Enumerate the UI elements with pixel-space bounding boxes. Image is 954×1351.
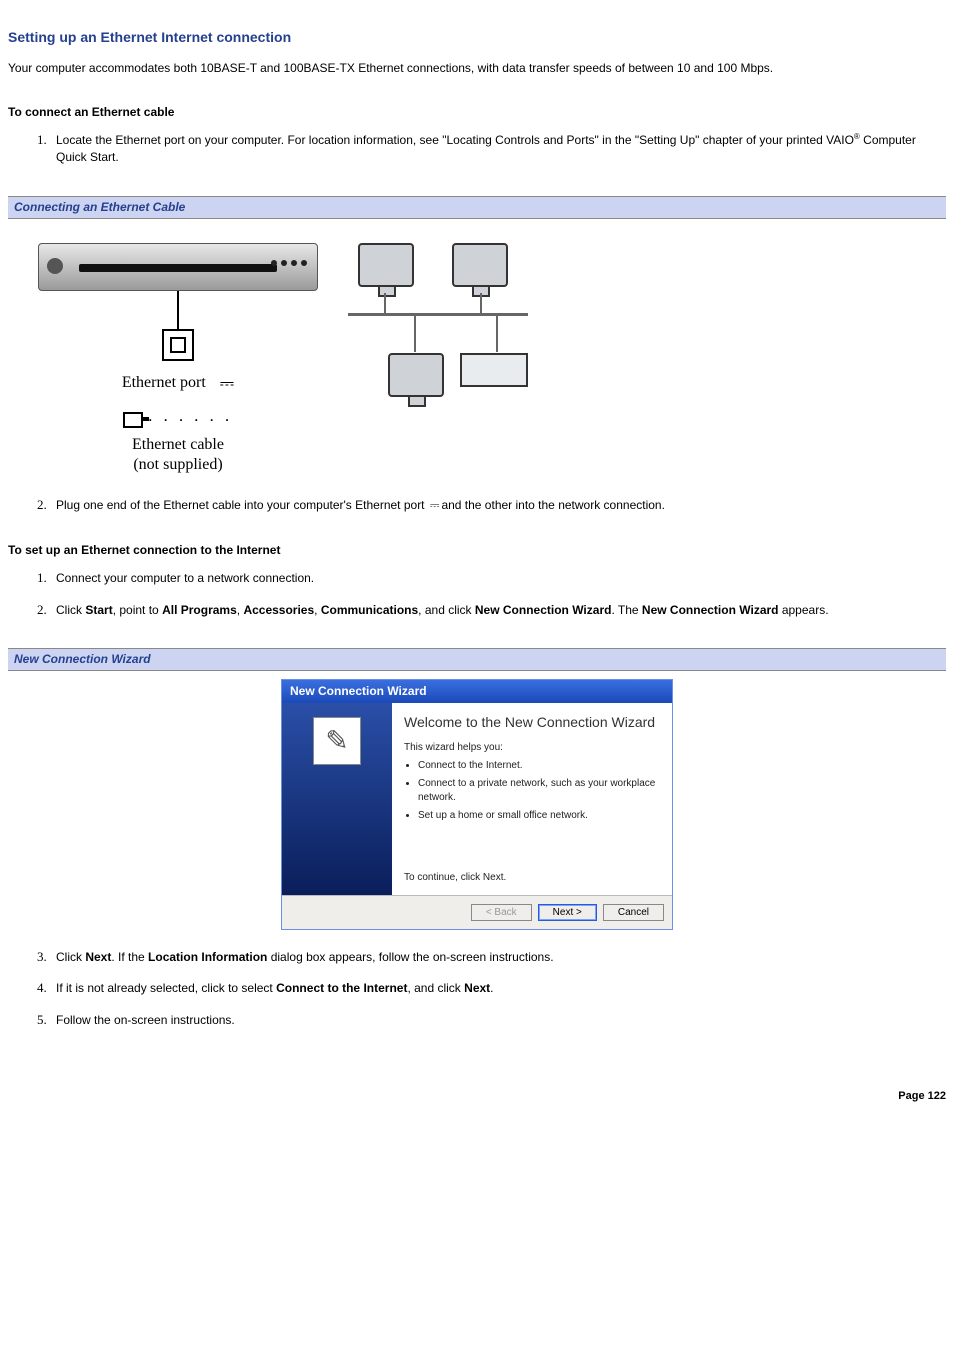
wizard-button-row: < Back Next > Cancel xyxy=(282,895,672,929)
wizard-titlebar: New Connection Wizard xyxy=(282,680,672,703)
wizard-helps-text: This wizard helps you: xyxy=(404,741,660,755)
cable-plug-icon xyxy=(123,412,143,428)
figure-caption-wizard: New Connection Wizard xyxy=(8,648,946,671)
wizard-bullet: Set up a home or small office network. xyxy=(418,809,660,823)
network-diagram xyxy=(348,243,528,443)
cable-dots: · · · · · · xyxy=(149,412,234,429)
step-follow-instructions: Follow the on-screen instructions. xyxy=(50,1011,946,1029)
wizard-continue-text: To continue, click Next. xyxy=(404,871,660,885)
wizard-welcome-heading: Welcome to the New Connection Wizard xyxy=(404,713,660,733)
monitor-icon xyxy=(358,243,414,287)
page-number: Page 122 xyxy=(8,1089,946,1104)
ethernet-port-icon xyxy=(162,329,194,361)
cable-label-line2: (not supplied) xyxy=(38,455,318,476)
subheading-connect-cable: To connect an Ethernet cable xyxy=(8,104,946,121)
step-open-wizard: Click Start, point to All Programs, Acce… xyxy=(50,601,946,619)
step-locate-port: Locate the Ethernet port on your compute… xyxy=(50,131,946,166)
cable-label-line1: Ethernet cable xyxy=(38,435,318,456)
device-body xyxy=(38,243,318,291)
figure-caption-ethernet: Connecting an Ethernet Cable xyxy=(8,196,946,219)
wizard-window: New Connection Wizard ✎ Welcome to the N… xyxy=(281,679,673,929)
monitor-icon xyxy=(388,353,444,397)
ethernet-port-label: Ethernet port xyxy=(122,372,206,394)
wizard-sidebar: ✎ xyxy=(282,703,392,895)
step-click-next: Click Next. If the Location Information … xyxy=(50,948,946,966)
computer-unit-illustration: Ethernet port ⎓ · · · · · · Ethernet cab… xyxy=(38,243,318,477)
ethernet-inline-icon: ⎓ xyxy=(428,497,442,514)
intro-text: Your computer accommodates both 10BASE-T… xyxy=(8,60,946,77)
subheading-setup-internet: To set up an Ethernet connection to the … xyxy=(8,542,946,559)
next-button[interactable]: Next > xyxy=(538,904,597,921)
network-glyph-icon: ⎓ xyxy=(220,371,234,396)
printer-icon xyxy=(460,353,528,387)
figure-ethernet-cable: Ethernet port ⎓ · · · · · · Ethernet cab… xyxy=(8,219,946,487)
wizard-sidebar-icon: ✎ xyxy=(313,717,361,765)
cancel-button[interactable]: Cancel xyxy=(603,904,664,921)
step-select-connect: If it is not already selected, click to … xyxy=(50,979,946,997)
back-button[interactable]: < Back xyxy=(471,904,532,921)
step-plug-cable: Plug one end of the Ethernet cable into … xyxy=(50,496,946,514)
page-heading: Setting up an Ethernet Internet connecti… xyxy=(8,28,946,48)
wizard-bullet: Connect to the Internet. xyxy=(418,759,660,773)
monitor-icon xyxy=(452,243,508,287)
step-connect-network: Connect your computer to a network conne… xyxy=(50,569,946,587)
wizard-bullet: Connect to a private network, such as yo… xyxy=(418,777,660,805)
wizard-content: Welcome to the New Connection Wizard Thi… xyxy=(392,703,672,895)
